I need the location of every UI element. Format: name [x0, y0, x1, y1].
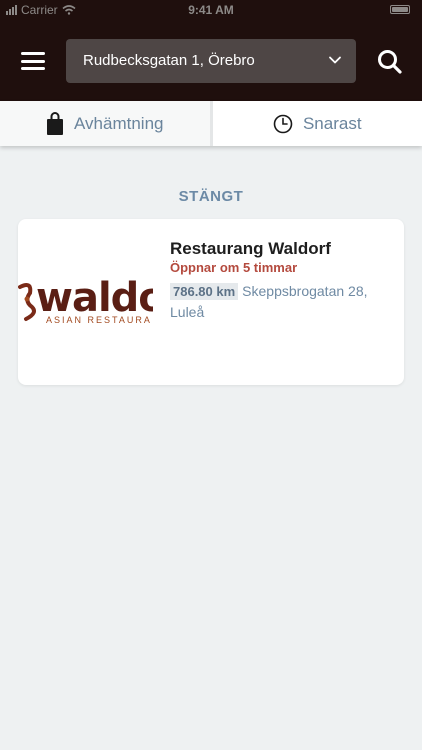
restaurant-details: 786.80 km Skeppsbrogatan 28, Luleå: [170, 281, 390, 322]
tab-pickup-label: Avhämtning: [74, 113, 164, 133]
battery-icon: [390, 5, 410, 14]
menu-button[interactable]: [18, 48, 48, 74]
address-dropdown[interactable]: Rudbecksgatan 1, Örebro: [66, 39, 356, 83]
status-time: 9:41 AM: [188, 3, 234, 17]
tab-asap-label: Snarast: [302, 113, 362, 133]
app-header: Carrier 9:41 AM Rudbecksgatan 1, Örebro: [0, 0, 422, 101]
logo-subtitle: ASIAN RESTAURA: [46, 315, 152, 325]
bag-icon: [47, 111, 64, 135]
address-value: Rudbecksgatan 1, Örebro: [83, 52, 255, 69]
restaurant-logo: waldor ASIAN RESTAURA: [18, 277, 153, 335]
closed-section-label: STÄNGT: [178, 188, 244, 205]
menu-line: [21, 59, 45, 63]
restaurant-name: Restaurang Waldorf: [170, 239, 331, 258]
order-mode-tabs: Avhämtning Snarast: [0, 101, 422, 146]
tab-pickup[interactable]: Avhämtning: [0, 101, 213, 146]
search-icon[interactable]: [374, 46, 406, 78]
tab-asap[interactable]: Snarast: [212, 101, 422, 146]
chevron-down-icon: [329, 56, 341, 64]
distance-badge: 786.80 km: [170, 283, 239, 300]
menu-line: [21, 67, 45, 70]
restaurant-card[interactable]: waldor ASIAN RESTAURA Restaurang Waldorf…: [18, 219, 404, 385]
opening-status: Öppnar om 5 timmar: [170, 260, 298, 275]
status-bar: Carrier 9:41 AM: [0, 0, 422, 22]
menu-line: [21, 52, 45, 55]
clock-icon: [273, 114, 293, 133]
